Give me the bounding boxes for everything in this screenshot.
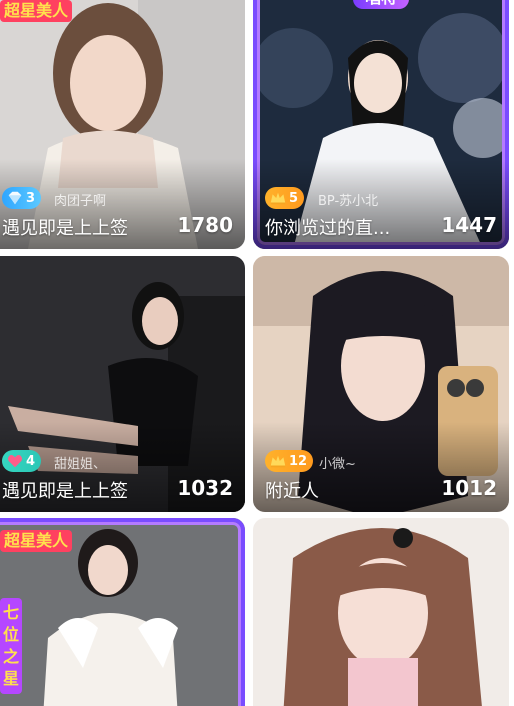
corner-tag: 超星美人	[0, 0, 73, 22]
level-number: 5	[289, 190, 299, 206]
side-tag: 七位之星	[0, 598, 22, 694]
level-badge: 3	[2, 187, 42, 209]
level-number: 3	[26, 190, 36, 206]
live-room-card[interactable]: 超星美人 3 肉团子啊 遇见即是上上签 1780	[0, 0, 245, 249]
level-number: 12	[289, 453, 308, 469]
live-room-grid: 超星美人 3 肉团子啊 遇见即是上上签 1780 5 BP-苏小北 你浏览过的直…	[0, 0, 514, 706]
room-subtitle: 遇见即是上上签	[2, 218, 128, 239]
live-room-card[interactable]	[253, 518, 509, 706]
room-subtitle: 你浏览过的直...	[265, 218, 391, 239]
level-number: 4	[26, 453, 36, 469]
corner-tag: 超星美人	[0, 530, 73, 552]
live-room-card[interactable]: 超星美人 七位之星	[0, 518, 245, 706]
viewer-count: 1012	[441, 476, 497, 500]
viewer-count: 1780	[177, 213, 233, 237]
viewer-count: 1032	[177, 476, 233, 500]
host-name: BP-苏小北	[318, 194, 379, 209]
viewer-count: 1447	[441, 213, 497, 237]
diamond-icon	[8, 191, 22, 205]
live-room-card[interactable]: 唱将 5 BP-苏小北 你浏览过的直... 1447	[253, 0, 509, 249]
room-subtitle: 遇见即是上上签	[2, 481, 128, 502]
level-badge: 5	[265, 187, 305, 209]
host-name: 肉团子啊	[54, 194, 107, 209]
host-name: 小微~	[319, 457, 356, 472]
live-room-card[interactable]: 4 甜姐姐、 遇见即是上上签 1032	[0, 256, 245, 512]
heart-icon	[7, 455, 23, 468]
crown-icon	[270, 455, 286, 468]
level-badge: 12	[265, 450, 314, 472]
crown-icon	[270, 192, 286, 205]
level-badge: 4	[2, 450, 42, 472]
room-subtitle: 附近人	[265, 481, 319, 502]
live-room-card[interactable]: 12 小微~ 附近人 1012	[253, 256, 509, 512]
host-name: 甜姐姐、	[54, 457, 107, 472]
cover-photo	[253, 518, 509, 706]
singer-tag: 唱将	[352, 0, 410, 9]
